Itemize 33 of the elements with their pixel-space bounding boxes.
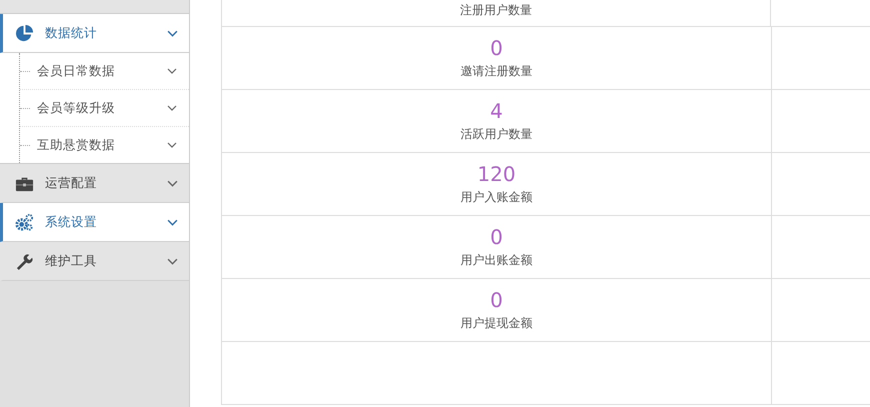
nav-label: 运营配置	[45, 174, 98, 192]
stat-value: 0	[490, 288, 503, 312]
stat-value: 0	[490, 36, 503, 60]
submenu-item[interactable]: 互助悬赏数据	[20, 127, 189, 163]
wrench-icon	[15, 252, 34, 270]
stat-label: 用户提现金额	[460, 315, 532, 332]
nav-label: 数据统计	[45, 24, 98, 42]
chevron-down-icon	[167, 68, 177, 74]
chevron-down-icon	[167, 218, 178, 226]
chevron-down-icon	[167, 105, 177, 111]
pie-chart-icon	[15, 24, 34, 42]
nav-item[interactable]: 系统设置	[0, 203, 189, 242]
submenu-item[interactable]: 会员等级升级	[20, 90, 189, 127]
nav-item[interactable]	[0, 0, 189, 14]
nav-item[interactable]: 数据统计	[0, 14, 189, 53]
nav-item[interactable]: 运营配置	[0, 164, 189, 203]
chevron-down-icon	[167, 258, 178, 264]
chevron-down-icon	[167, 30, 178, 36]
nav-label: 维护工具	[45, 252, 98, 270]
nav-item[interactable]: 维护工具	[0, 242, 189, 281]
gears-icon	[15, 212, 34, 232]
chevron-down-icon	[167, 142, 177, 148]
submenu-item[interactable]: 会员日常数据	[20, 53, 189, 90]
stat-value: 0	[490, 225, 503, 249]
stat-label: 用户入账金额	[460, 189, 532, 206]
stat-label: 注册用户数量	[460, 2, 532, 19]
chevron-down-icon	[167, 180, 178, 186]
nav-label: 系统设置	[45, 214, 98, 230]
stat-label: 活跃用户数量	[460, 126, 532, 143]
stat-value: 4	[490, 99, 503, 123]
stat-value: 120	[477, 162, 516, 186]
stat-label: 用户出账金额	[460, 252, 532, 269]
stat-label: 邀请注册数量	[460, 63, 532, 80]
